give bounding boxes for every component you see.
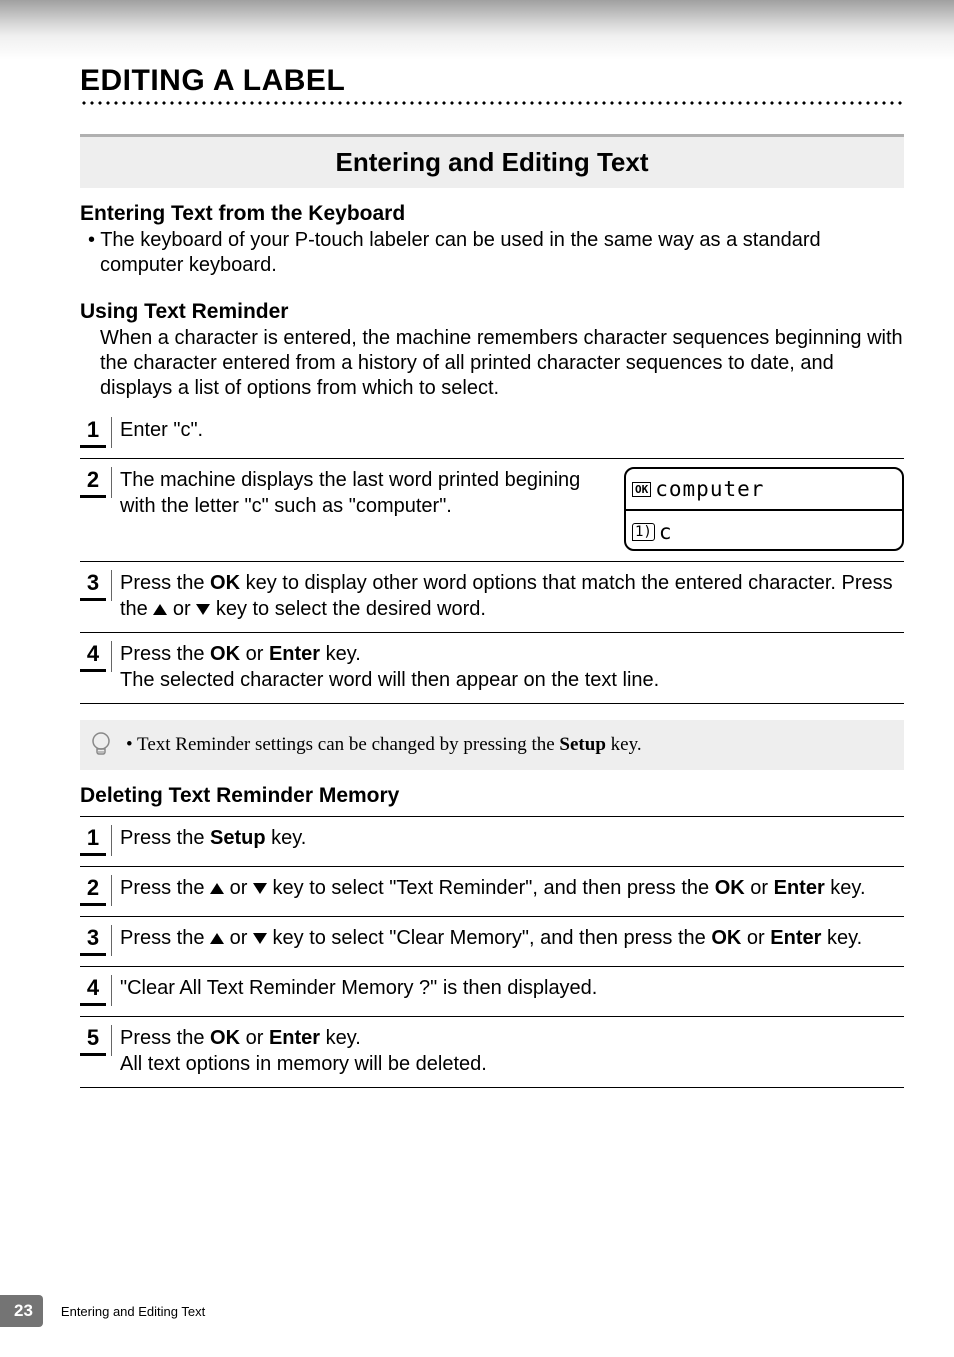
key-name: Enter [269, 1027, 320, 1049]
key-name: Setup [210, 827, 266, 849]
top-banner-gradient [0, 0, 954, 60]
lcd-text-line1: computer [655, 477, 764, 501]
step-row: 5 Press the OK or Enter key. All text op… [80, 1017, 904, 1088]
key-name: Enter [770, 927, 821, 949]
step-row: 3 Press the OK key to display other word… [80, 562, 904, 633]
footer-text: Entering and Editing Text [61, 1304, 205, 1319]
step-row: 4 Press the OK or Enter key. The selecte… [80, 633, 904, 704]
step-number: 2 [80, 875, 106, 906]
text-fragment: or [741, 927, 770, 949]
step-list-a: 1 Enter "c". 2 The machine displays the … [80, 409, 904, 704]
text-fragment: Press the [120, 927, 210, 949]
text-fragment: key. [821, 927, 862, 949]
section-header-bar: Entering and Editing Text [80, 134, 904, 188]
step-row: 3 Press the or key to select "Clear Memo… [80, 917, 904, 967]
text-fragment: or [224, 927, 253, 949]
step-text: Enter "c". [120, 417, 904, 443]
up-arrow-icon [210, 883, 224, 894]
text-fragment: key. [320, 1027, 361, 1049]
step-text: Press the or key to select "Text Reminde… [120, 875, 904, 901]
text-fragment: or [167, 598, 196, 620]
section-title: Entering and Editing Text [80, 147, 904, 178]
text-fragment: Press the [120, 643, 210, 665]
note-text: • Text Reminder settings can be changed … [126, 734, 642, 756]
key-name: OK [210, 572, 240, 594]
lcd-display: OK computer 1) c [624, 467, 904, 551]
text-fragment: Press the [120, 827, 210, 849]
paragraph: When a character is entered, the machine… [80, 326, 904, 401]
text-fragment: key. [606, 734, 642, 755]
step-text: The machine displays the last word print… [120, 467, 600, 519]
ok-badge-icon: OK [632, 482, 651, 497]
text-fragment: Press the [120, 572, 210, 594]
key-name: OK [210, 643, 240, 665]
step-text: Press the or key to select "Clear Memory… [120, 925, 904, 951]
step-list-b: 1 Press the Setup key. 2 Press the or ke… [80, 816, 904, 1088]
step-row: 1 Press the Setup key. [80, 817, 904, 867]
chapter-title: EDITING A LABEL [80, 64, 904, 98]
step-text: Press the Setup key. [120, 825, 904, 851]
key-name: OK [715, 877, 745, 899]
key-name: Enter [269, 643, 320, 665]
key-name: Enter [774, 877, 825, 899]
text-fragment: All text options in memory will be delet… [120, 1053, 487, 1075]
key-name: OK [210, 1027, 240, 1049]
text-fragment: key to select the desired word. [210, 598, 486, 620]
up-arrow-icon [210, 933, 224, 944]
subheading-text-reminder: Using Text Reminder [80, 300, 904, 324]
text-fragment: key to select "Clear Memory", and then p… [267, 927, 711, 949]
text-fragment: key to select "Text Reminder", and then … [267, 877, 715, 899]
text-fragment: Press the [120, 1027, 210, 1049]
step-text: Press the OK or Enter key. The selected … [120, 641, 904, 693]
page-number-tab: 23 [0, 1295, 43, 1327]
key-name: OK [711, 927, 741, 949]
down-arrow-icon [253, 933, 267, 944]
step-row: 2 The machine displays the last word pri… [80, 459, 904, 562]
lightbulb-icon [90, 732, 112, 758]
step-number: 4 [80, 975, 106, 1006]
text-fragment: The selected character word will then ap… [120, 669, 659, 691]
up-arrow-icon [153, 604, 167, 615]
lcd-text-line2: c [659, 520, 673, 544]
down-arrow-icon [196, 604, 210, 615]
step-row: 1 Enter "c". [80, 409, 904, 459]
step-number: 4 [80, 641, 106, 672]
step-text: "Clear All Text Reminder Memory ?" is th… [120, 975, 904, 1001]
step-number: 1 [80, 417, 106, 448]
key-name: Setup [559, 734, 605, 755]
subheading-entering-text: Entering Text from the Keyboard [80, 202, 904, 226]
step-number: 2 [80, 467, 106, 498]
step-row: 2 Press the or key to select "Text Remin… [80, 867, 904, 917]
step-number: 3 [80, 925, 106, 956]
step-number: 3 [80, 570, 106, 601]
step-row: 4 "Clear All Text Reminder Memory ?" is … [80, 967, 904, 1017]
step-number: 5 [80, 1025, 106, 1056]
note-callout: • Text Reminder settings can be changed … [80, 720, 904, 770]
step-number: 1 [80, 825, 106, 856]
step-text: Press the OK or Enter key. All text opti… [120, 1025, 904, 1077]
text-fragment: or [224, 877, 253, 899]
text-fragment: key. [266, 827, 307, 849]
text-fragment: or [240, 1027, 269, 1049]
subheading-deleting-memory: Deleting Text Reminder Memory [80, 784, 904, 808]
text-fragment: key. [825, 877, 866, 899]
step-text: Press the OK key to display other word o… [120, 570, 904, 622]
dotted-divider [80, 100, 904, 106]
text-fragment: key. [320, 643, 361, 665]
paragraph: • The keyboard of your P-touch labeler c… [80, 228, 904, 278]
text-fragment: or [240, 643, 269, 665]
text-fragment: • Text Reminder settings can be changed … [126, 734, 559, 755]
page-footer: 23 Entering and Editing Text [0, 1295, 205, 1327]
line-indicator-icon: 1) [632, 523, 655, 542]
down-arrow-icon [253, 883, 267, 894]
text-fragment: Press the [120, 877, 210, 899]
text-fragment: or [745, 877, 774, 899]
